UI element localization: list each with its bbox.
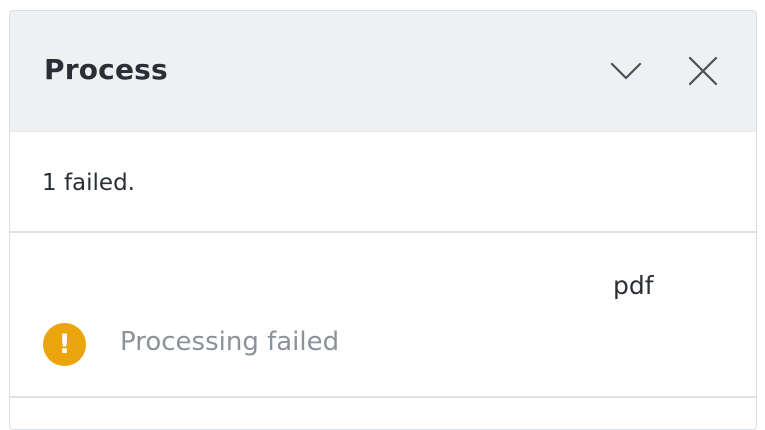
close-button[interactable] — [683, 51, 723, 91]
chevron-down-icon — [610, 62, 642, 80]
process-panel: Process 1 failed. pdf ! Processing faile… — [9, 10, 757, 430]
warning-icon-glyph: ! — [58, 329, 71, 360]
summary-text: 1 failed. — [42, 170, 135, 196]
process-summary: 1 failed. — [10, 132, 756, 233]
process-item: pdf ! Processing failed — [10, 233, 756, 398]
file-name: pdf — [613, 271, 654, 300]
collapse-button[interactable] — [606, 51, 646, 91]
close-icon — [688, 56, 718, 86]
status-text: Processing failed — [120, 327, 340, 357]
warning-icon: ! — [43, 323, 86, 366]
panel-header: Process — [10, 11, 756, 132]
panel-title: Process — [44, 53, 168, 86]
